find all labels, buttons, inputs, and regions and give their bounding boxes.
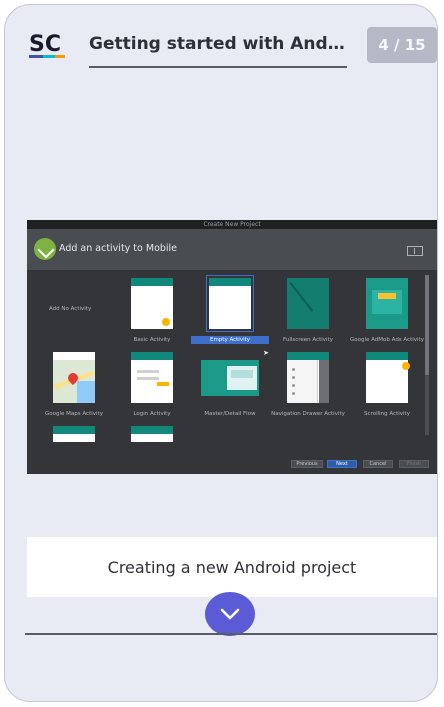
finish-button: Finish xyxy=(399,460,429,468)
template-empty-thumbnail xyxy=(206,275,254,332)
dialog-window-title: Create New Project xyxy=(203,221,261,228)
template-fullscreen-thumbnail xyxy=(287,278,329,329)
template-label: Navigation Drawer Activity xyxy=(271,411,345,417)
template-label: Add No Activity xyxy=(49,306,92,312)
expand-button[interactable] xyxy=(205,592,255,636)
ad-badge xyxy=(378,293,396,299)
template-label: Login Activity xyxy=(133,411,171,417)
progress-divider xyxy=(25,633,437,635)
template-label-selected: Empty Activity xyxy=(191,336,269,344)
dialog-heading: Add an activity to Mobile xyxy=(59,243,178,254)
slide-card: SC Getting started with Androi... 4 / 15… xyxy=(4,4,438,702)
template-label: Master/Detail Flow xyxy=(204,411,256,417)
cancel-button: Cancel xyxy=(363,460,393,468)
fab-icon xyxy=(402,362,410,370)
template-admob-thumbnail xyxy=(366,278,408,329)
nav-drawer-panel xyxy=(287,360,318,403)
slide-caption: Creating a new Android project xyxy=(27,537,437,597)
svg-text:SC: SC xyxy=(29,32,61,57)
template-label: Basic Activity xyxy=(133,337,171,343)
title-underline xyxy=(89,66,347,68)
detail-panel xyxy=(227,366,257,390)
template-maps-thumbnail xyxy=(53,352,95,403)
sc-logo: SC xyxy=(29,32,65,58)
template-master-detail-thumbnail xyxy=(201,360,259,396)
mouse-cursor-icon: ➤ xyxy=(263,349,269,357)
page-title: Getting started with Androi... xyxy=(89,34,345,54)
dialog-header: Add an activity to Mobile xyxy=(27,229,437,270)
android-studio-screenshot: Create New Project Add an activity to Mo… xyxy=(27,220,437,474)
nav-drawer-scrim xyxy=(319,360,329,403)
template-label: Scrolling Activity xyxy=(364,411,410,417)
template-login-thumbnail xyxy=(131,352,173,403)
help-icon xyxy=(407,246,423,256)
chevron-down-icon xyxy=(220,608,240,620)
templates-scrollbar-thumb xyxy=(425,275,429,375)
next-button: Next xyxy=(327,460,357,468)
android-studio-icon xyxy=(34,238,56,260)
template-label: Google AdMob Ads Activity xyxy=(350,337,424,343)
template-partial-thumbnail xyxy=(131,426,173,442)
template-partial-thumbnail xyxy=(53,426,95,442)
login-button-preview xyxy=(157,382,169,386)
map-water xyxy=(77,381,95,403)
template-nav-drawer-thumbnail xyxy=(287,352,329,403)
template-label: Google Maps Activity xyxy=(45,411,103,417)
template-basic-thumbnail xyxy=(131,278,173,329)
previous-button: Previous xyxy=(291,460,323,468)
page-counter-badge: 4 / 15 xyxy=(367,27,437,63)
template-label: Fullscreen Activity xyxy=(282,337,333,343)
fab-icon xyxy=(162,318,170,326)
template-scrolling-thumbnail xyxy=(366,352,410,403)
